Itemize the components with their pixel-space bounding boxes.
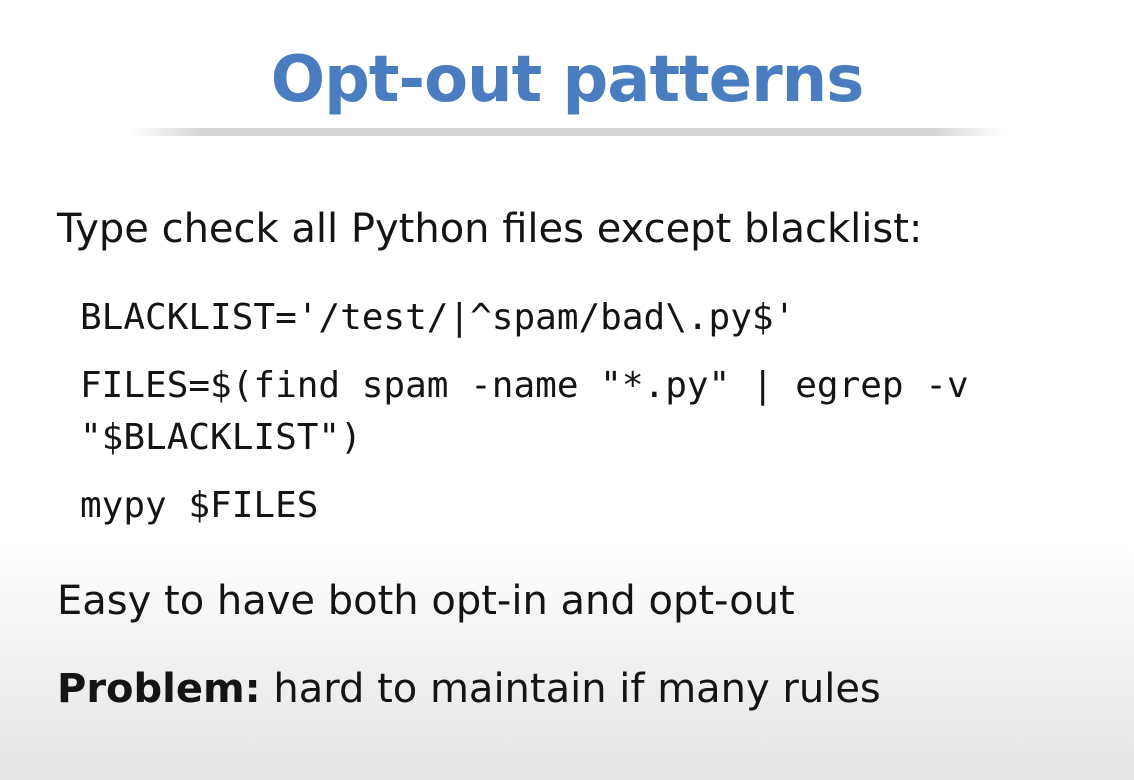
slide-title: Opt-out patterns bbox=[270, 43, 865, 117]
code-line-mypy: mypy $FILES bbox=[80, 485, 319, 526]
code-line-files: FILES=$(find spam -name "*.py" | egrep -… bbox=[80, 365, 969, 406]
code-line-blacklist: BLACKLIST='/test/|^spam/bad\.py$' bbox=[80, 297, 796, 338]
problem-text: Problem: hard to maintain if many rules bbox=[57, 664, 881, 714]
problem-description: hard to maintain if many rules bbox=[260, 666, 881, 712]
title-underline bbox=[130, 128, 1004, 136]
slide: Opt-out patterns Type check all Python f… bbox=[0, 0, 1134, 780]
problem-label: Problem: bbox=[57, 666, 261, 712]
intro-text: Type check all Python files except black… bbox=[57, 206, 923, 252]
note-text: Easy to have both opt-in and opt-out bbox=[57, 578, 795, 624]
code-line-files-continued: "$BLACKLIST") bbox=[80, 417, 362, 458]
code-block: BLACKLIST='/test/|^spam/bad\.py$' FILES=… bbox=[80, 292, 1120, 532]
